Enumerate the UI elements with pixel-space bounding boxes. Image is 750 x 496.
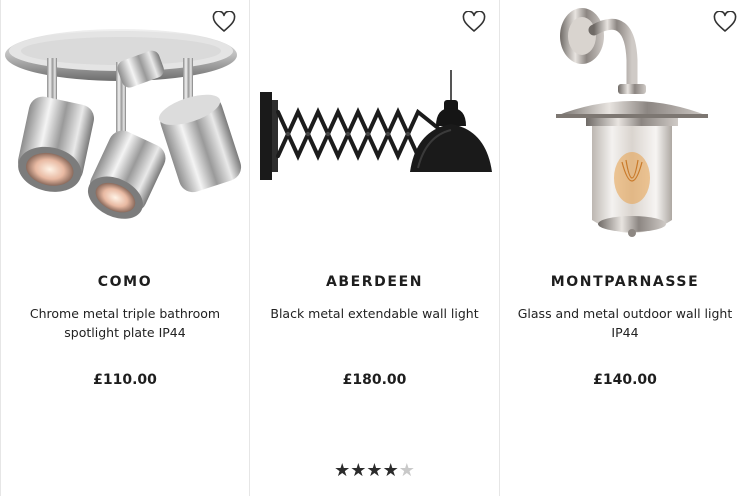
product-image-como[interactable] — [1, 0, 251, 250]
product-description[interactable]: Black metal extendable wall light — [264, 304, 485, 323]
product-description[interactable]: Chrome metal triple bathroom spotlight p… — [15, 304, 235, 342]
product-image-montparnasse[interactable] — [500, 0, 750, 250]
star-filled-icon: ★ — [350, 460, 367, 481]
product-card-como[interactable]: COMO Chrome metal triple bathroom spotli… — [0, 0, 250, 496]
product-name[interactable]: ABERDEEN — [250, 274, 499, 290]
product-price: £180.00 — [342, 372, 407, 388]
product-card-montparnasse[interactable]: MONTPARNASSE Glass and metal outdoor wal… — [500, 0, 750, 496]
product-image-aberdeen[interactable] — [250, 0, 500, 250]
product-grid: COMO Chrome metal triple bathroom spotli… — [0, 0, 750, 496]
star-filled-icon: ★ — [382, 460, 399, 481]
star-rating: ★★★★★ — [250, 462, 499, 480]
heart-outline-icon[interactable] — [462, 11, 486, 33]
product-card-aberdeen[interactable]: ABERDEEN Black metal extendable wall lig… — [250, 0, 500, 496]
star-filled-icon: ★ — [366, 460, 383, 481]
heart-outline-icon[interactable] — [713, 11, 737, 33]
product-description[interactable]: Glass and metal outdoor wall light IP44 — [514, 304, 736, 342]
product-name[interactable]: COMO — [1, 274, 249, 290]
heart-outline-icon[interactable] — [212, 11, 236, 33]
star-filled-icon: ★ — [334, 460, 351, 481]
star-empty-icon: ★ — [398, 460, 415, 481]
product-price: £110.00 — [93, 372, 157, 388]
product-price: £140.00 — [593, 372, 657, 388]
product-name[interactable]: MONTPARNASSE — [500, 274, 750, 290]
